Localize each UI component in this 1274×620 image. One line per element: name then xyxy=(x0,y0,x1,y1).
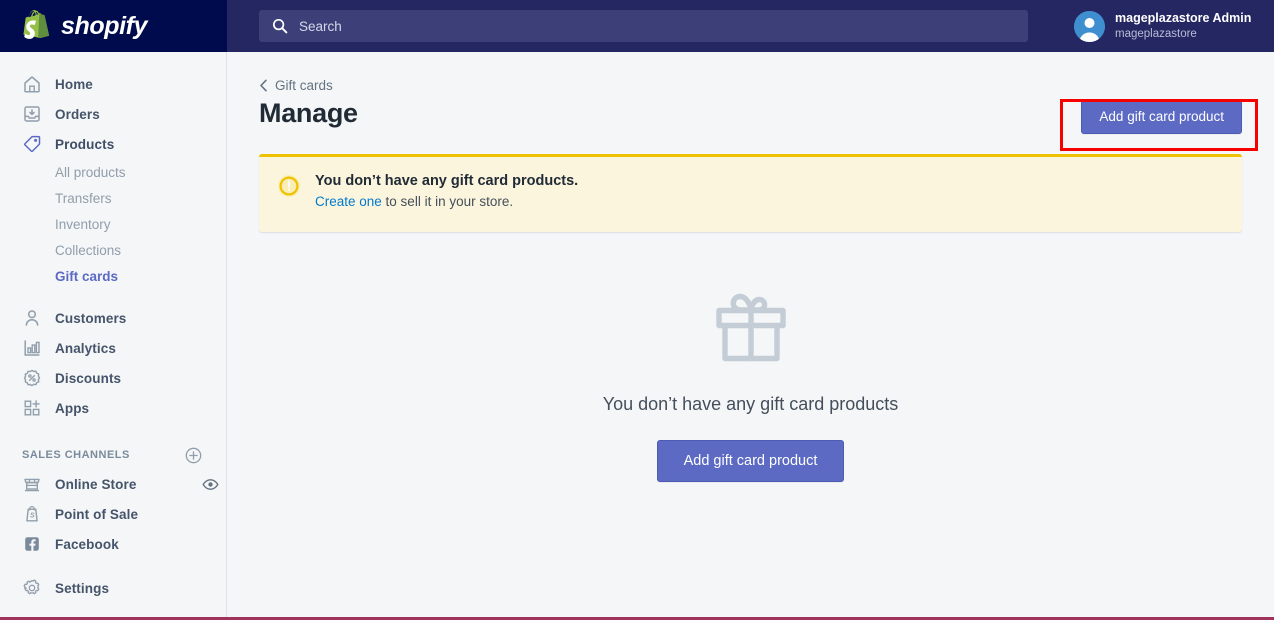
sidebar-subitem-label: Gift cards xyxy=(55,268,119,284)
shopify-logo[interactable]: shopify xyxy=(0,0,227,52)
chevron-left-icon xyxy=(259,79,268,92)
search-input[interactable]: Search xyxy=(259,10,1028,42)
sidebar-item-label: Point of Sale xyxy=(55,506,139,522)
sidebar-item-label: Customers xyxy=(55,310,127,326)
search-placeholder: Search xyxy=(299,18,342,34)
sidebar-subitem-all-products[interactable]: All products xyxy=(0,159,226,185)
shopify-logo-text: shopify xyxy=(61,11,148,40)
sidebar-item-apps[interactable]: Apps xyxy=(0,393,226,423)
facebook-icon xyxy=(22,534,42,554)
add-gift-card-product-button-empty[interactable]: Add gift card product xyxy=(656,440,845,482)
sidebar-subitem-inventory[interactable]: Inventory xyxy=(0,211,226,237)
sidebar-item-label: Orders xyxy=(55,106,100,122)
sidebar-item-orders[interactable]: Orders xyxy=(0,99,226,129)
apps-grid-plus-icon xyxy=(22,398,42,418)
alert-circle-icon xyxy=(277,174,301,198)
banner-title: You don’t have any gift card products. xyxy=(315,173,579,189)
gift-box-icon xyxy=(710,288,792,366)
sidebar-item-label: Products xyxy=(55,136,115,152)
sidebar-item-customers[interactable]: Customers xyxy=(0,303,226,333)
sidebar-item-label: Online Store xyxy=(55,476,137,492)
gear-icon xyxy=(22,578,42,598)
sidebar-item-label: Apps xyxy=(55,400,90,416)
add-gift-card-product-button-header[interactable]: Add gift card product xyxy=(1081,99,1242,134)
create-one-link[interactable]: Create one xyxy=(315,194,382,209)
sidebar-item-label: Analytics xyxy=(55,340,116,356)
page-header: Manage Add gift card product xyxy=(259,98,1242,134)
sidebar-subitem-gift-cards[interactable]: Gift cards xyxy=(0,263,226,289)
banner-subtitle: Create one to sell it in your store. xyxy=(315,194,578,209)
sidebar-subitem-label: Inventory xyxy=(55,216,111,232)
sidebar-nav: Home Orders Products All products Transf… xyxy=(0,52,227,617)
user-avatar-icon xyxy=(1074,10,1105,42)
sidebar-item-label: Settings xyxy=(55,580,110,596)
user-store-name: mageplazastore xyxy=(1115,27,1197,40)
point-of-sale-bag-icon: S xyxy=(22,504,42,524)
empty-state: You don’t have any gift card products Ad… xyxy=(259,288,1242,482)
sidebar-subitem-label: All products xyxy=(55,164,126,180)
sidebar-item-analytics[interactable]: Analytics xyxy=(0,333,226,363)
sidebar-item-label: Facebook xyxy=(55,536,119,552)
sidebar-item-label: Home xyxy=(55,76,93,92)
sidebar-item-point-of-sale[interactable]: S Point of Sale xyxy=(0,499,226,529)
orders-inbox-icon xyxy=(22,104,42,124)
shopify-bag-icon xyxy=(22,9,52,43)
search-icon xyxy=(272,18,288,34)
customers-person-icon xyxy=(22,308,42,328)
no-gift-cards-banner: You don’t have any gift card products. C… xyxy=(259,154,1242,232)
shopify-admin-page: shopify Search mageplazastore Admin mage… xyxy=(0,0,1274,620)
breadcrumb[interactable]: Gift cards xyxy=(259,78,333,93)
sidebar-item-facebook[interactable]: Facebook xyxy=(0,529,226,559)
products-tag-icon xyxy=(22,134,42,154)
sidebar-item-discounts[interactable]: Discounts xyxy=(0,363,226,393)
discounts-percent-icon xyxy=(22,368,42,388)
online-store-icon xyxy=(22,474,42,494)
home-icon xyxy=(22,74,42,94)
eye-icon[interactable] xyxy=(202,478,219,491)
sidebar-subitem-label: Collections xyxy=(55,242,122,258)
sidebar-item-online-store[interactable]: Online Store xyxy=(0,469,226,499)
search-zone: Search xyxy=(227,0,1060,52)
plus-circle-icon[interactable] xyxy=(185,447,202,464)
user-menu[interactable]: mageplazastore Admin mageplazastore xyxy=(1060,0,1274,52)
user-name: mageplazastore Admin xyxy=(1115,11,1252,25)
sidebar-item-label: Discounts xyxy=(55,370,122,386)
sales-channels-section-header: SALES CHANNELS xyxy=(0,441,226,469)
sidebar-subitem-label: Transfers xyxy=(55,190,112,206)
sidebar-subitem-transfers[interactable]: Transfers xyxy=(0,185,226,211)
sidebar-subitem-collections[interactable]: Collections xyxy=(0,237,226,263)
page-title: Manage xyxy=(259,98,358,128)
empty-state-text: You don’t have any gift card products xyxy=(602,394,899,414)
svg-text:S: S xyxy=(30,513,35,520)
sidebar-item-settings[interactable]: Settings xyxy=(0,573,226,603)
breadcrumb-label: Gift cards xyxy=(275,78,333,93)
banner-subtitle-rest: to sell it in your store. xyxy=(381,194,514,209)
main-content: Gift cards Manage Add gift card product … xyxy=(227,52,1274,617)
analytics-bar-chart-icon xyxy=(22,338,42,358)
sidebar-item-home[interactable]: Home xyxy=(0,69,226,99)
top-bar: shopify Search mageplazastore Admin mage… xyxy=(0,0,1274,52)
sidebar-item-products[interactable]: Products xyxy=(0,129,226,159)
banner-text-block: You don’t have any gift card products. C… xyxy=(315,173,578,214)
sales-channels-title: SALES CHANNELS xyxy=(22,449,130,461)
